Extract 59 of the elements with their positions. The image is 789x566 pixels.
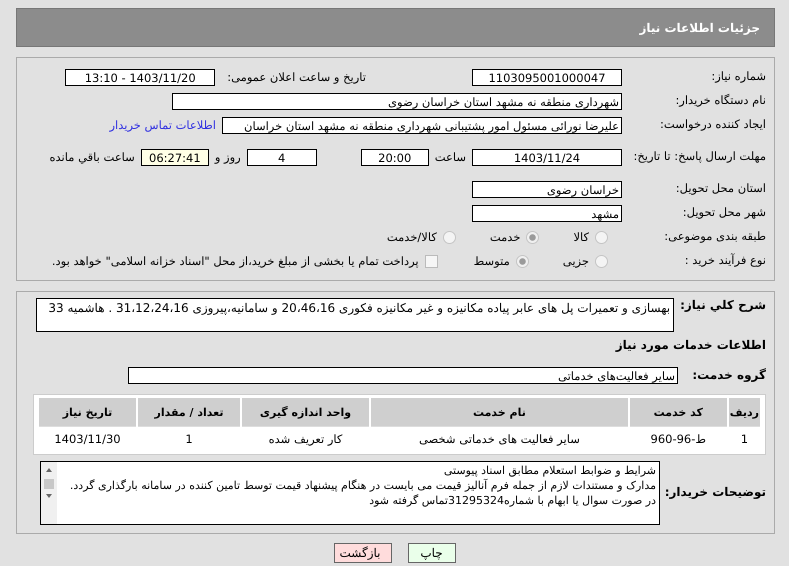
- table-cell: 1403/11/30: [39, 426, 136, 451]
- notes-line: شرایط و ضوابط استعلام مطابق اسناد پیوستی: [442, 463, 656, 478]
- notes-line: در صورت سوال یا ابهام با شماره31295324تماس گرفته شود: [368, 493, 656, 508]
- notes-line: مدارک و مستندات لازم از جمله فرم آنالیز قیمت می بایست در هنگام پیشنهاد قیمت توسط تامین کننده در سامانه بارگذاری گردد.: [68, 478, 656, 493]
- back-button[interactable]: بازگشت: [334, 543, 392, 563]
- days-field: 4: [246, 148, 317, 166]
- remaining-time-field: 06:27:41: [140, 148, 209, 166]
- buyer-field: شهرداری منطقه نه مشهد استان خراسان رضوی: [172, 92, 622, 110]
- field-label: توضیحات خریدار:: [666, 485, 766, 499]
- print-button[interactable]: چاپ: [408, 543, 456, 563]
- column-header: واحد اندازه گیری: [242, 398, 369, 426]
- radio-label: خدمت: [490, 230, 520, 244]
- field-label: تاریخ و ساعت اعلان عمومی:: [227, 70, 366, 84]
- field-label: مهلت ارسال پاسخ: تا تاریخ:: [632, 149, 766, 165]
- field-label: شرح کلي نیاز:: [680, 298, 766, 312]
- field-label: ایجاد کننده درخواست:: [659, 117, 766, 133]
- days-label: روز و: [214, 150, 241, 164]
- radio-button[interactable]: [595, 230, 608, 244]
- column-header: نام خدمت: [371, 398, 628, 426]
- service-group-field: سایر فعالیت‌های خدماتی: [128, 366, 678, 384]
- section-heading: اطلاعات خدمات مورد نیاز: [614, 337, 767, 354]
- page-title: جزئیات اطلاعات نیاز: [639, 20, 760, 34]
- column-header: تاریخ نیاز: [39, 398, 136, 426]
- radio-label: کالا: [573, 230, 589, 244]
- table-cell: ط-96-960: [630, 426, 727, 451]
- column-header: کد خدمت: [630, 398, 727, 426]
- creator-field: علیرضا نورائی مسئول امور پشتیبانی شهرداری منطقه نه مشهد استان خراسان: [222, 116, 622, 134]
- radio-button[interactable]: [595, 254, 608, 268]
- checkbox[interactable]: [424, 254, 438, 268]
- radio-label: متوسط: [474, 254, 510, 268]
- table-cell: 1: [138, 426, 240, 451]
- remaining-label: ساعت باقي مانده: [50, 150, 135, 164]
- province-field: خراسان رضوی: [472, 180, 622, 198]
- checkbox-label: پرداخت تمام یا بخشی از مبلغ خرید،از محل "اسناد خزانه اسلامی" خواهد بود.: [52, 254, 419, 268]
- radio-button[interactable]: [526, 230, 540, 244]
- field-label: نام دستگاه خریدار:: [674, 93, 766, 109]
- time-label: ساعت: [434, 150, 466, 164]
- column-header: ردیف: [728, 398, 760, 426]
- field-label: شهر محل تحویل:: [682, 205, 766, 221]
- announce-date-field: 1403/11/20 - 13:10: [65, 68, 216, 86]
- description-field: بهسازی و تعمیرات پل های عابر پیاده مکانیزه و غیر مکانیزه فکوری 20،46،16 و سامانیه،پیروزی 31،12،24،16 . هاشمیه 33: [36, 298, 674, 332]
- column-header: تعداد / مقدار: [138, 398, 240, 426]
- need-number-field: 1103095001000047: [472, 68, 622, 86]
- table-cell: 1: [728, 426, 760, 451]
- contact-link[interactable]: اطلاعات تماس خریدار: [109, 118, 216, 132]
- city-field: مشهد: [472, 204, 622, 222]
- field-label: گروه خدمت:: [691, 368, 766, 382]
- radio-label: جزیی: [562, 254, 589, 268]
- field-label: طبقه بندی موضوعی:: [663, 229, 766, 245]
- field-label: استان محل تحویل:: [674, 181, 766, 197]
- radio-label: کالا/خدمت: [386, 230, 437, 244]
- field-label: نوع فرآیند خرید :: [684, 253, 766, 269]
- deadline-time-field: 20:00: [360, 148, 429, 166]
- field-label: شماره نیاز:: [710, 69, 766, 85]
- table-cell: سایر فعالیت های خدماتی شخصی: [371, 426, 628, 451]
- radio-button[interactable]: [516, 254, 529, 268]
- deadline-date-field: 1403/11/24: [472, 148, 622, 166]
- table-cell: کار تعریف شده: [242, 426, 369, 451]
- radio-button[interactable]: [442, 230, 456, 244]
